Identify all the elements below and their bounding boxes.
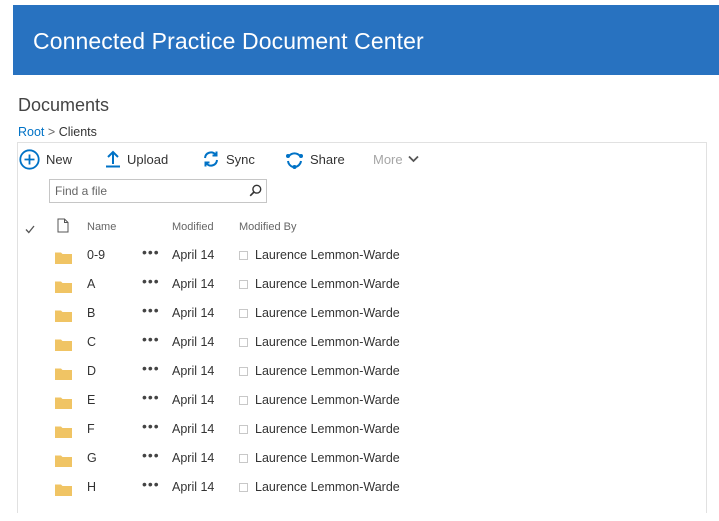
upload-label: Upload bbox=[127, 151, 169, 167]
row-ellipsis-menu[interactable]: ••• bbox=[142, 244, 160, 260]
row-ellipsis-menu[interactable]: ••• bbox=[142, 302, 160, 318]
column-header-modified[interactable]: Modified bbox=[172, 221, 214, 233]
share-button[interactable]: Share bbox=[285, 147, 345, 171]
file-type-icon bbox=[57, 218, 69, 238]
share-icon bbox=[285, 150, 304, 169]
search-icon[interactable] bbox=[249, 184, 262, 202]
presence-indicator-icon bbox=[239, 483, 248, 492]
modified-by-user[interactable]: Laurence Lemmon-Warde bbox=[255, 451, 400, 465]
row-ellipsis-menu[interactable]: ••• bbox=[142, 447, 160, 463]
table-row[interactable]: C ••• April 14 Laurence Lemmon-Warde bbox=[17, 329, 705, 358]
page-title[interactable]: Documents bbox=[18, 95, 109, 116]
modified-date: April 14 bbox=[172, 248, 215, 262]
presence-indicator-icon bbox=[239, 396, 248, 405]
find-file-input[interactable] bbox=[50, 180, 245, 202]
upload-button[interactable]: Upload bbox=[105, 147, 168, 171]
breadcrumb-separator: > bbox=[47, 125, 56, 139]
row-ellipsis-menu[interactable]: ••• bbox=[142, 418, 160, 434]
folder-name-link[interactable]: G bbox=[87, 451, 97, 465]
upload-arrow-icon bbox=[105, 150, 121, 168]
site-title[interactable]: Connected Practice Document Center bbox=[33, 28, 424, 55]
row-ellipsis-menu[interactable]: ••• bbox=[142, 476, 160, 492]
presence-indicator-icon bbox=[239, 425, 248, 434]
folder-name-link[interactable]: C bbox=[87, 335, 96, 349]
modified-by-user[interactable]: Laurence Lemmon-Warde bbox=[255, 480, 400, 494]
presence-indicator-icon bbox=[239, 338, 248, 347]
breadcrumb: Root > Clients bbox=[18, 125, 97, 139]
folder-name-link[interactable]: E bbox=[87, 393, 95, 407]
folder-icon bbox=[55, 425, 72, 443]
table-row[interactable]: B ••• April 14 Laurence Lemmon-Warde bbox=[17, 300, 705, 329]
table-row[interactable]: H ••• April 14 Laurence Lemmon-Warde bbox=[17, 474, 705, 503]
presence-indicator-icon bbox=[239, 280, 248, 289]
folder-name-link[interactable]: 0-9 bbox=[87, 248, 105, 262]
column-header-name[interactable]: Name bbox=[87, 221, 116, 233]
modified-date: April 14 bbox=[172, 277, 215, 291]
plus-circle-icon bbox=[19, 148, 40, 170]
modified-by-user[interactable]: Laurence Lemmon-Warde bbox=[255, 306, 400, 320]
folder-icon bbox=[55, 309, 72, 327]
modified-date: April 14 bbox=[172, 480, 215, 494]
select-all-checkmark-icon[interactable] bbox=[25, 221, 35, 239]
folder-icon bbox=[55, 280, 72, 298]
table-row[interactable]: G ••• April 14 Laurence Lemmon-Warde bbox=[17, 445, 705, 474]
table-row[interactable]: E ••• April 14 Laurence Lemmon-Warde bbox=[17, 387, 705, 416]
folder-icon bbox=[55, 454, 72, 472]
table-row[interactable]: F ••• April 14 Laurence Lemmon-Warde bbox=[17, 416, 705, 445]
chevron-down-icon bbox=[407, 155, 419, 163]
modified-by-user[interactable]: Laurence Lemmon-Warde bbox=[255, 393, 400, 407]
modified-date: April 14 bbox=[172, 451, 215, 465]
modified-by-user[interactable]: Laurence Lemmon-Warde bbox=[255, 248, 400, 262]
presence-indicator-icon bbox=[239, 367, 248, 376]
table-row[interactable]: A ••• April 14 Laurence Lemmon-Warde bbox=[17, 271, 705, 300]
find-file-search-box bbox=[49, 179, 267, 203]
breadcrumb-current: Clients bbox=[58, 125, 97, 139]
modified-by-user[interactable]: Laurence Lemmon-Warde bbox=[255, 364, 400, 378]
folder-name-link[interactable]: A bbox=[87, 277, 95, 291]
row-ellipsis-menu[interactable]: ••• bbox=[142, 360, 160, 376]
new-label: New bbox=[46, 151, 73, 167]
share-label: Share bbox=[310, 151, 345, 167]
folder-icon bbox=[55, 338, 72, 356]
folder-name-link[interactable]: F bbox=[87, 422, 95, 436]
folder-icon bbox=[55, 396, 72, 414]
folder-icon bbox=[55, 367, 72, 385]
table-row[interactable]: 0-9 ••• April 14 Laurence Lemmon-Warde bbox=[17, 242, 705, 271]
more-menu-button[interactable]: More bbox=[373, 147, 419, 171]
sync-icon bbox=[202, 150, 220, 168]
modified-date: April 14 bbox=[172, 306, 215, 320]
sync-label: Sync bbox=[226, 151, 255, 167]
suite-header: Connected Practice Document Center bbox=[13, 5, 719, 75]
folder-name-link[interactable]: D bbox=[87, 364, 96, 378]
modified-by-user[interactable]: Laurence Lemmon-Warde bbox=[255, 335, 400, 349]
presence-indicator-icon bbox=[239, 309, 248, 318]
modified-date: April 14 bbox=[172, 364, 215, 378]
table-row[interactable]: D ••• April 14 Laurence Lemmon-Warde bbox=[17, 358, 705, 387]
modified-date: April 14 bbox=[172, 393, 215, 407]
row-ellipsis-menu[interactable]: ••• bbox=[142, 389, 160, 405]
modified-date: April 14 bbox=[172, 335, 215, 349]
breadcrumb-root-link[interactable]: Root bbox=[18, 125, 44, 139]
presence-indicator-icon bbox=[239, 251, 248, 260]
modified-by-user[interactable]: Laurence Lemmon-Warde bbox=[255, 277, 400, 291]
folder-icon bbox=[55, 251, 72, 269]
folder-name-link[interactable]: H bbox=[87, 480, 96, 494]
new-button[interactable]: New bbox=[19, 147, 72, 171]
folder-icon bbox=[55, 483, 72, 501]
modified-by-user[interactable]: Laurence Lemmon-Warde bbox=[255, 422, 400, 436]
sync-button[interactable]: Sync bbox=[202, 147, 255, 171]
column-header-modified-by[interactable]: Modified By bbox=[239, 221, 296, 233]
row-ellipsis-menu[interactable]: ••• bbox=[142, 273, 160, 289]
modified-date: April 14 bbox=[172, 422, 215, 436]
more-label: More bbox=[373, 151, 403, 167]
folder-name-link[interactable]: B bbox=[87, 306, 95, 320]
row-ellipsis-menu[interactable]: ••• bbox=[142, 331, 160, 347]
presence-indicator-icon bbox=[239, 454, 248, 463]
